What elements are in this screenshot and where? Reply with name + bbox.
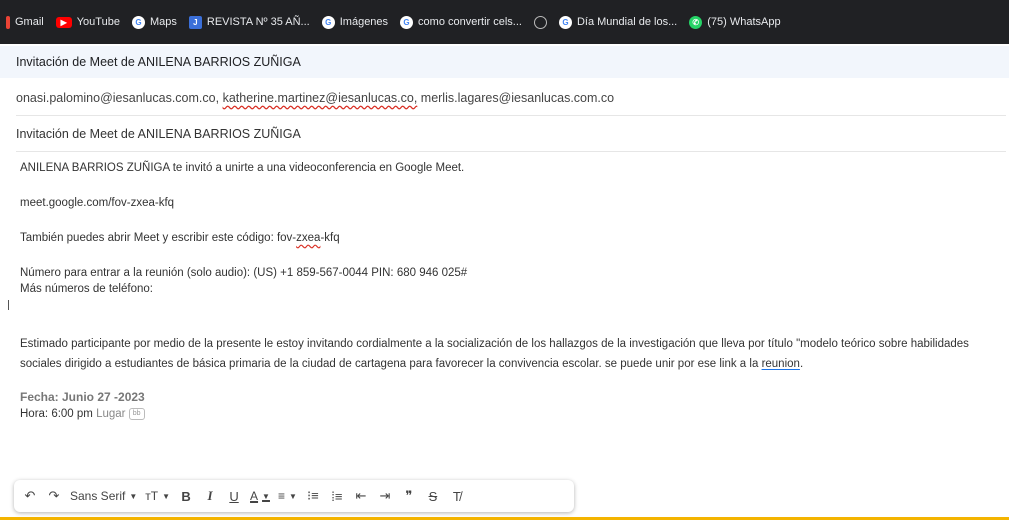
invite-line: ANILENA BARRIOS ZUÑIGA te invitó a unirt… (20, 162, 465, 174)
meet-code-line: También puedes abrir Meet y escribir est… (20, 232, 340, 244)
more-numbers: Más números de teléfono: (20, 283, 153, 295)
compose-title-bar[interactable]: Invitación de Meet de ANILENA BARRIOS ZU… (0, 46, 1009, 78)
bookmark-globe[interactable] (533, 15, 547, 29)
font-size-select[interactable]: тT ▼ (145, 485, 170, 507)
compose-title: Invitación de Meet de ANILENA BARRIOS ZU… (16, 55, 301, 69)
bookmarks-bar: Gmail ▶ YouTube G Maps J REVISTA Nº 35 AÑ..… (0, 0, 1009, 44)
text-color-select[interactable]: A ▼ (250, 485, 270, 507)
italic-button[interactable]: I (202, 485, 218, 507)
reunion-link[interactable]: reunion (762, 358, 800, 370)
bookmark-convertir[interactable]: Gcomo convertir cels... (400, 15, 522, 29)
youtube-icon: ▶ (55, 16, 72, 28)
recipient-2: katherine.martinez@iesanlucas.co, (222, 90, 418, 105)
meet-link[interactable]: meet.google.com/fov-zxea-kfq (20, 197, 174, 209)
google-icon: G (321, 15, 335, 29)
formatting-toolbar: ↶ ↷ Sans Serif ▼ тT ▼ B I U A ▼ ≡ ▼ ⁝≡ ⁞≡ ⇤ … (14, 480, 574, 512)
bookmark-imagenes[interactable]: G Imágenes (321, 15, 388, 29)
globe-icon (533, 15, 547, 29)
font-family-select[interactable]: Sans Serif ▼ (70, 485, 137, 507)
bookmark-maps[interactable]: G Maps (131, 15, 177, 29)
numbered-list-icon[interactable]: ⁝≡ (305, 485, 321, 507)
hora-line: Hora: 6:00 pm Lugar bb (20, 408, 145, 420)
bulleted-list-icon[interactable]: ⁞≡ (329, 485, 345, 507)
chevron-down-icon: ▼ (262, 491, 270, 501)
chevron-down-icon: ▼ (129, 491, 138, 501)
strikethrough-button[interactable]: S (425, 485, 441, 507)
fecha-line: Fecha: Junio 27 -2023 (20, 390, 145, 404)
clear-format-icon[interactable]: T̸ (449, 485, 465, 507)
text-cursor (8, 300, 9, 310)
recipients-field[interactable]: onasi.palomino@iesanlucas.com.co, kather… (16, 80, 1006, 116)
revista-icon: J (188, 15, 202, 29)
phone-line: Número para entrar a la reunión (solo au… (20, 267, 468, 279)
bookmark-gmail[interactable]: Gmail (6, 15, 44, 29)
lugar-chip[interactable]: bb (128, 408, 145, 420)
bookmark-dia-mundial[interactable]: G Día Mundial de los... (558, 15, 677, 29)
undo-icon[interactable]: ↶ (22, 485, 38, 507)
google-icon: G (131, 15, 145, 29)
recipient-3: merlis.lagares@iesanlucas.com.co (420, 90, 615, 105)
bookmark-whatsapp[interactable]: ✆ (75) WhatsApp (689, 15, 781, 29)
chevron-down-icon: ▼ (288, 491, 297, 501)
chevron-down-icon: ▼ (162, 491, 171, 501)
redo-icon[interactable]: ↷ (46, 485, 62, 507)
indent-more-icon[interactable]: ⇥ (377, 485, 393, 507)
invitation-paragraph: Estimado participante por medio de la pr… (20, 338, 969, 370)
align-select[interactable]: ≡ ▼ (278, 485, 297, 507)
subject-input[interactable]: Invitación de Meet de ANILENA BARRIOS ZU… (16, 116, 1006, 152)
quote-icon[interactable]: ❞ (401, 485, 417, 507)
gmail-icon (6, 15, 10, 29)
bold-button[interactable]: B (178, 485, 194, 507)
subject-text: Invitación de Meet de ANILENA BARRIOS ZU… (16, 126, 301, 141)
underline-button[interactable]: U (226, 485, 242, 507)
indent-less-icon[interactable]: ⇤ (353, 485, 369, 507)
bookmark-revista[interactable]: J REVISTA Nº 35 AÑ... (188, 15, 310, 29)
whatsapp-icon: ✆ (689, 15, 703, 29)
google-icon: G (558, 15, 572, 29)
recipient-1: onasi.palomino@iesanlucas.com.co, (16, 90, 220, 105)
google-icon: G (400, 15, 414, 29)
bookmark-youtube[interactable]: ▶ YouTube (55, 16, 120, 28)
